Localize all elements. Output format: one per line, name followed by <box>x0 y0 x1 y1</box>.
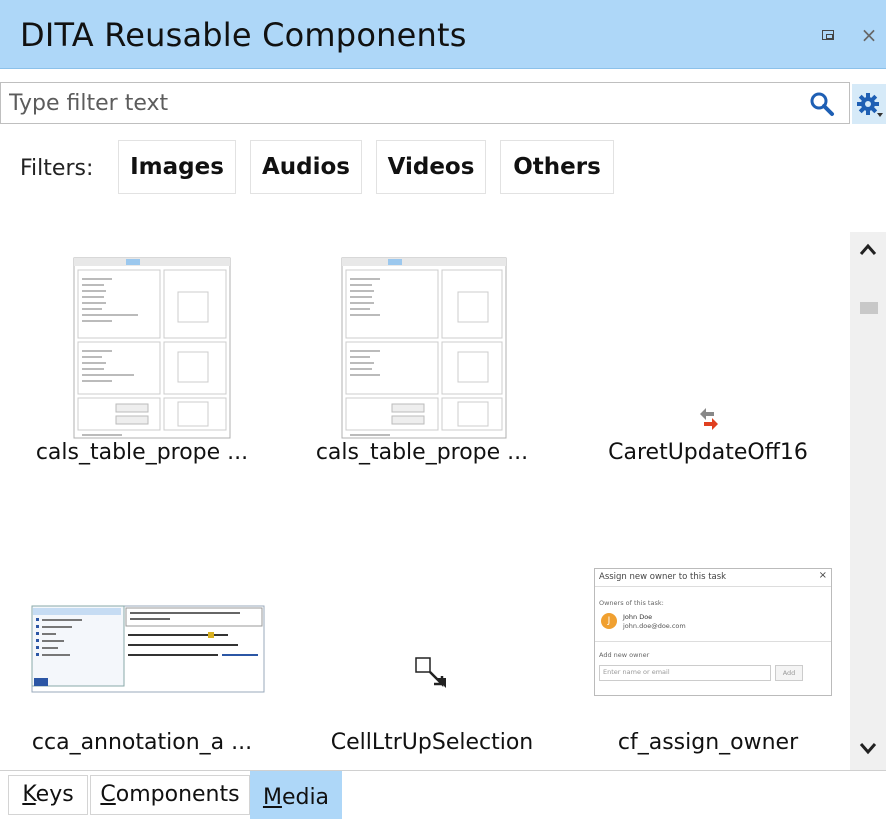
assign-owner-thumbnail: Assign new owner to this task × Owners o… <box>578 510 838 730</box>
restore-button[interactable] <box>820 26 838 44</box>
filters-label: Filters: <box>20 156 94 181</box>
assign-dialog-title: Assign new owner to this task <box>599 572 727 582</box>
media-item[interactable]: cals_table_prope ... <box>292 220 552 490</box>
assign-owner-dialog: Assign new owner to this task × Owners o… <box>594 568 832 696</box>
media-item[interactable]: Assign new owner to this task × Owners o… <box>578 510 838 770</box>
filter-input[interactable] <box>9 87 799 119</box>
scroll-up-icon[interactable] <box>858 240 878 260</box>
owner-name: John Doe <box>623 613 653 621</box>
media-item-caption: cf_assign_owner <box>617 730 799 755</box>
filter-videos-button[interactable]: Videos <box>376 140 486 194</box>
media-grid: cals_table_prope ... cals_table_prope ..… <box>0 220 850 770</box>
owner-input-placeholder: Enter name or email <box>603 668 670 676</box>
tab-media-label: edia <box>281 785 330 810</box>
cell-selection-icon <box>415 657 446 688</box>
filter-others-button[interactable]: Others <box>500 140 614 194</box>
scroll-down-icon[interactable] <box>858 738 878 758</box>
filter-videos-label: Videos <box>387 154 475 180</box>
restore-icon <box>822 30 834 40</box>
tab-components-mnemonic: C <box>100 782 116 807</box>
scroll-thumb[interactable] <box>860 302 878 314</box>
close-button[interactable]: × <box>860 23 878 47</box>
media-item-caption: CellLtrUpSelection <box>330 730 534 755</box>
gear-dropdown-icon <box>857 93 883 117</box>
avatar: J <box>601 613 617 629</box>
search-icon[interactable] <box>809 91 835 117</box>
media-item-caption: CaretUpdateOff16 <box>608 440 808 465</box>
tab-media-mnemonic: M <box>262 785 282 810</box>
tab-keys-label: eys <box>35 782 74 807</box>
add-owner-label: Add new owner <box>599 651 650 659</box>
filter-audios-button[interactable]: Audios <box>250 140 362 194</box>
media-item[interactable]: CaretUpdateOff16 <box>578 220 838 490</box>
filters-row: Filters: Images Audios Videos Others <box>0 140 850 196</box>
add-owner-button: Add <box>775 665 803 681</box>
caret-update-icon <box>700 408 718 430</box>
tab-keys[interactable]: Keys <box>8 775 88 815</box>
assign-dialog-close-icon: × <box>818 570 827 581</box>
tab-components[interactable]: Components <box>90 775 250 815</box>
filter-audios-label: Audios <box>261 154 350 180</box>
tab-components-label: omponents <box>115 782 240 807</box>
media-item[interactable]: cals_table_prope ... <box>12 220 272 490</box>
media-item-caption: cca_annotation_a ... <box>31 730 253 755</box>
vertical-scrollbar[interactable] <box>850 232 886 772</box>
media-item-caption: cals_table_prope ... <box>35 440 249 465</box>
tab-keys-mnemonic: K <box>22 782 36 807</box>
view-title-bar: DITA Reusable Components × <box>0 0 886 69</box>
table-properties-thumbnail <box>341 257 507 439</box>
settings-button[interactable] <box>852 84 886 124</box>
tab-media[interactable]: Media <box>250 771 342 819</box>
assign-owners-label: Owners of this task: <box>599 599 664 607</box>
annotation-thumbnail <box>31 605 265 693</box>
table-properties-thumbnail <box>73 257 231 439</box>
owner-email: john.doe@doe.com <box>623 622 686 630</box>
filter-field <box>0 82 850 124</box>
media-item[interactable]: cca_annotation_a ... <box>12 510 272 770</box>
media-item-caption: cals_table_prope ... <box>315 440 529 465</box>
close-icon: × <box>860 23 878 47</box>
view-title: DITA Reusable Components <box>20 16 467 54</box>
filter-images-label: Images <box>130 154 224 180</box>
filter-images-button[interactable]: Images <box>118 140 236 194</box>
view-tab-bar: Keys Components Media <box>0 770 886 820</box>
owner-input: Enter name or email <box>599 665 771 681</box>
media-item[interactable]: CellLtrUpSelection <box>302 510 562 770</box>
filter-others-label: Others <box>513 154 601 180</box>
